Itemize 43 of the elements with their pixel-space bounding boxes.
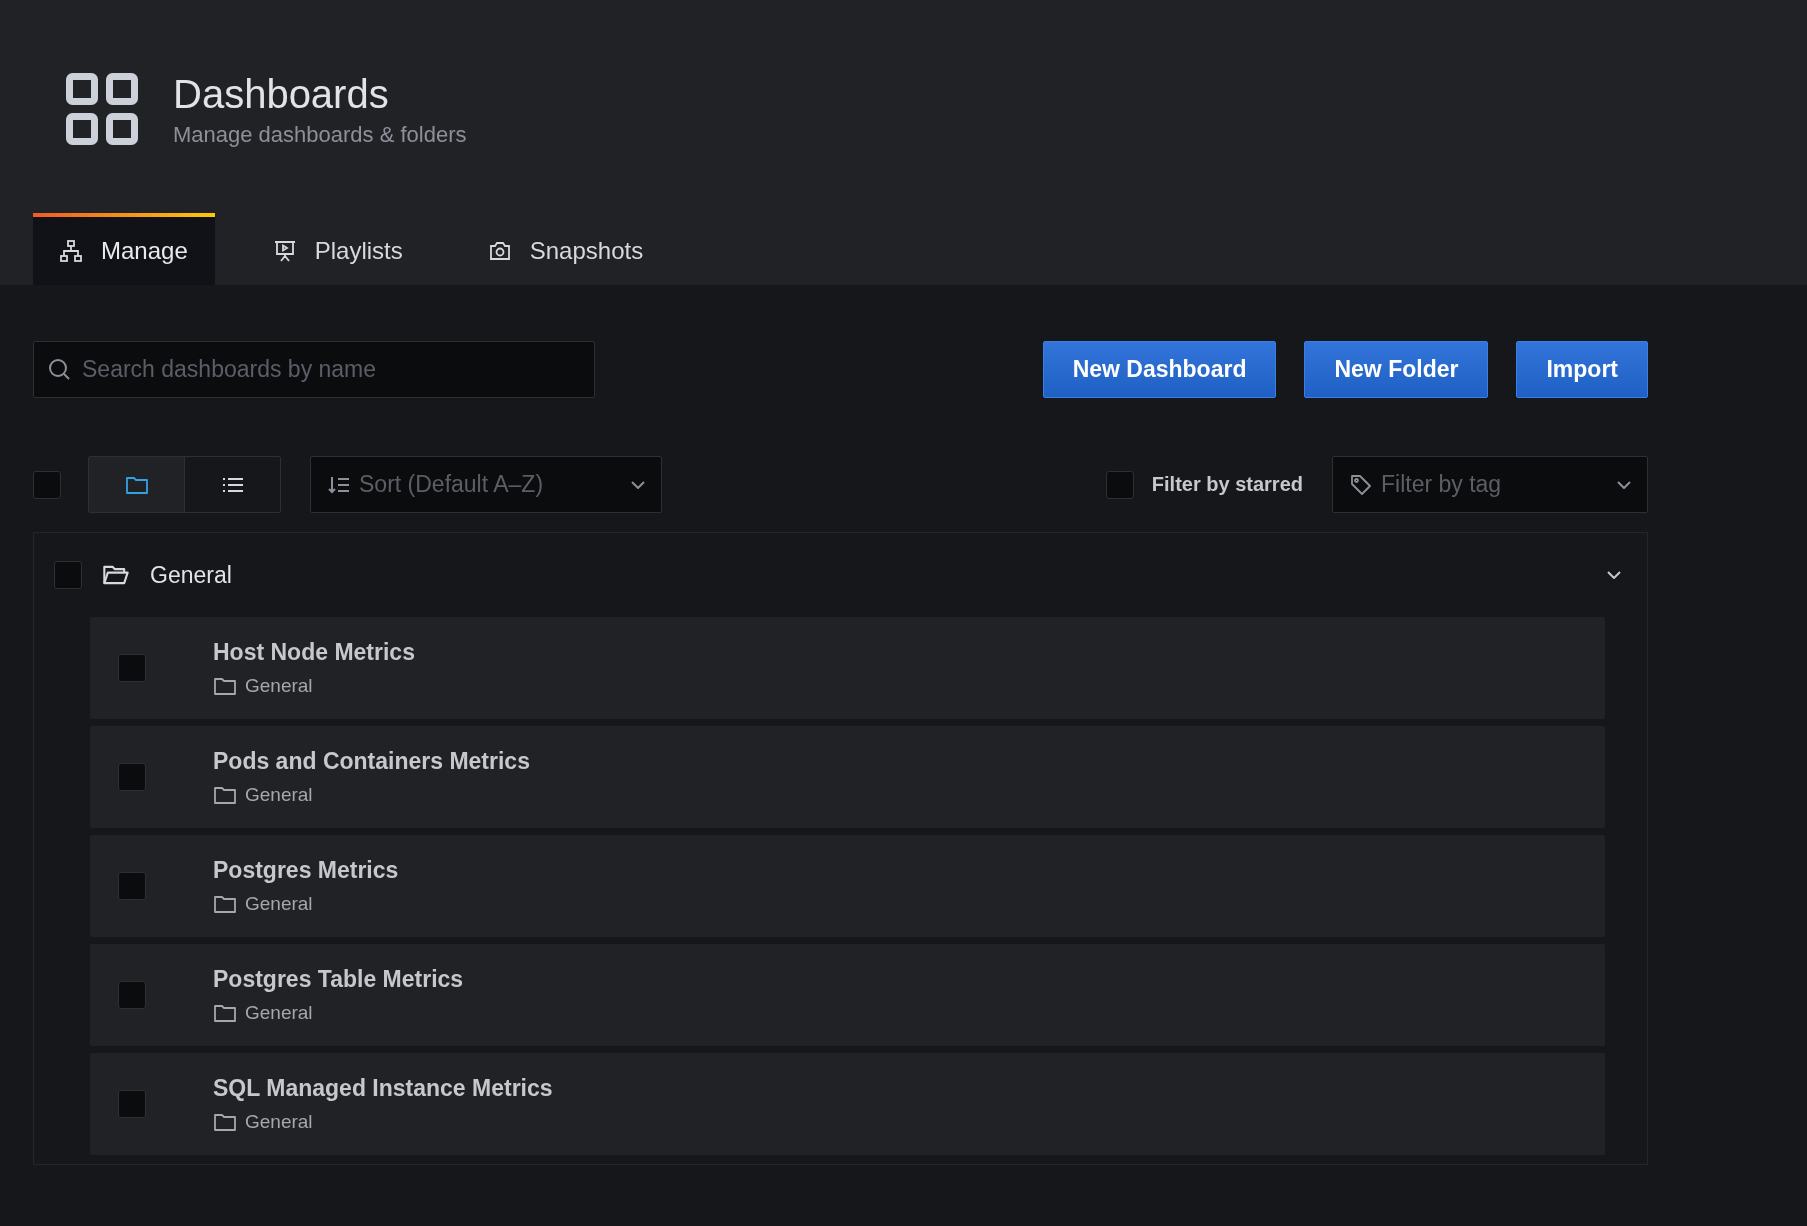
view-mode-button[interactable] [89,457,184,512]
sitemap-icon [59,239,83,263]
dashboard-title: Host Node Metrics [213,638,415,666]
dashboards-grid-icon [66,73,138,145]
tag-icon [1349,472,1373,497]
folder-checkbox[interactable] [54,561,82,589]
dashboard-title: SQL Managed Instance Metrics [213,1074,553,1102]
tab[interactable]: Playlists [246,213,430,285]
dashboard-checkbox[interactable] [118,981,146,1009]
dashboard-title: Postgres Metrics [213,856,399,884]
dashboard-list-item[interactable]: Postgres Table Metrics General [90,944,1605,1046]
presentation-board-icon [272,239,297,263]
select-all-checkbox[interactable] [33,470,61,499]
dashboard-checkbox[interactable] [118,872,146,900]
search-field[interactable]: Search dashboards by name [33,341,595,398]
page-title: Dashboards [173,71,390,118]
dashboard-title: Postgres Table Metrics [213,965,464,993]
folder-name: General [245,1110,313,1133]
tab[interactable]: Snapshots [461,213,671,285]
primary-button[interactable]: Import [1516,341,1648,398]
filter-label: Filter by starred [1151,473,1303,496]
page-subtitle: Manage dashboards & folders [173,122,467,148]
dashboard-list-item[interactable]: Pods and Containers Metrics General [90,726,1605,828]
chevron-down-icon [631,480,645,489]
folder-name: General [245,1001,313,1024]
camera-icon [487,239,512,263]
primary-button[interactable]: New Folder [1304,341,1489,398]
dashboard-list-item[interactable]: Host Node Metrics General [90,617,1605,719]
folder-name: General [245,783,313,806]
primary-button[interactable]: New Dashboard [1042,341,1277,398]
search-icon [47,357,71,381]
dashboard-checkbox[interactable] [118,1090,146,1118]
tab[interactable]: Manage [33,213,215,285]
dashboard-title: Pods and Containers Metrics [213,747,530,775]
starred-checkbox[interactable] [1105,470,1134,499]
folder-name: General [245,892,313,915]
folder-name[interactable]: General [150,561,232,589]
dashboard-list-item[interactable]: SQL Managed Instance Metrics General [90,1053,1605,1155]
folder-name: General [245,674,313,697]
chevron-down-icon [1617,480,1631,489]
dashboard-list-item[interactable]: Postgres Metrics General [90,835,1605,937]
dashboard-checkbox[interactable] [118,654,146,682]
dashboard-checkbox[interactable] [118,763,146,791]
